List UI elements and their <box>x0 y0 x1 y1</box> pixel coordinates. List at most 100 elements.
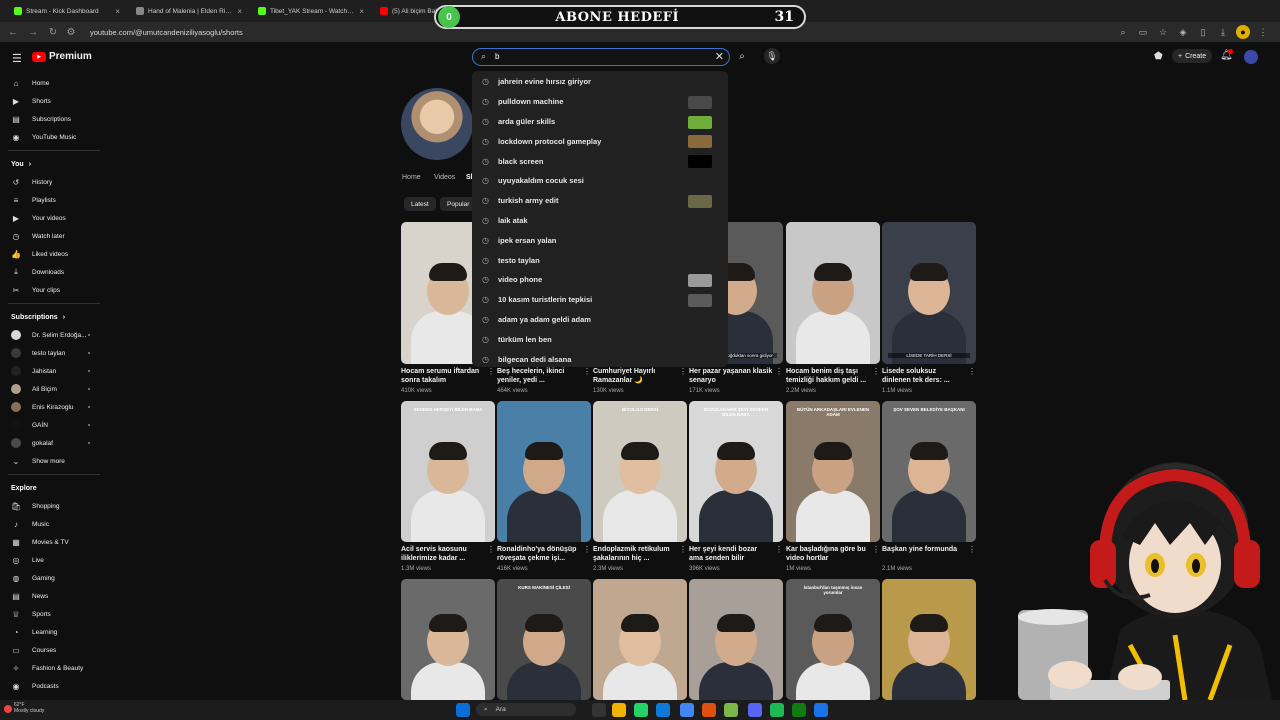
search-button[interactable]: ⌕ <box>734 48 750 64</box>
short-thumbnail[interactable]: ŞOV SEVEN BELEDİYE BAŞKANI <box>882 401 976 542</box>
short-thumbnail[interactable]: BÜTÜN ARKADAŞLARI EVLENEN ADAM <box>786 401 880 542</box>
browser-tab[interactable]: Hand of Malenia | Elden Ring W × <box>130 1 248 21</box>
browser-menu-icon[interactable]: ⋮ <box>1256 25 1270 39</box>
more-options-icon[interactable]: ⋮ <box>487 545 495 554</box>
sidebar-item[interactable]: ▶ Shorts <box>0 92 104 110</box>
search-suggestion[interactable]: ◷ lockdown protocol gameplay <box>472 131 728 151</box>
subscription-item[interactable]: Dr. Selim Erdoğa... <box>0 326 104 344</box>
short-title[interactable]: Her pazar yaşanan klasik senaryo <box>689 367 773 385</box>
search-suggestion[interactable]: ◷ uyuyakaldım cocuk sesi <box>472 171 728 191</box>
extensions-icon[interactable]: ◈ <box>1176 25 1190 39</box>
weather-icon[interactable] <box>4 705 12 713</box>
obs-icon[interactable] <box>702 703 716 717</box>
profile-icon[interactable]: ● <box>1236 25 1250 39</box>
short-thumbnail[interactable] <box>882 579 976 700</box>
weather-widget[interactable]: 62°F Mostly cloudy <box>14 702 44 714</box>
search-suggestion[interactable]: ◷ testo taylan <box>472 250 728 270</box>
tab-close-icon[interactable]: × <box>359 7 364 16</box>
search-suggestion[interactable]: ◷ bilgecan dedi alsana <box>472 349 728 369</box>
downloads-icon[interactable]: ⤓ <box>1216 25 1230 39</box>
sidebar-item[interactable]: ◷ Watch later <box>0 227 104 245</box>
short-thumbnail[interactable] <box>401 579 495 700</box>
sidebar-item[interactable]: ✂ Your clips <box>0 281 104 299</box>
back-icon[interactable]: ← <box>6 25 20 39</box>
more-options-icon[interactable]: ⋮ <box>583 545 591 554</box>
short-title[interactable]: Acil servis kaosunu iliklerimize kadar .… <box>401 545 485 563</box>
more-options-icon[interactable]: ⋮ <box>775 367 783 376</box>
tab-close-icon[interactable]: × <box>237 7 242 16</box>
sidebar-icon[interactable]: ▯ <box>1196 25 1210 39</box>
bookmark-star-icon[interactable]: ☆ <box>1156 25 1170 39</box>
edge-icon[interactable] <box>656 703 670 717</box>
short-title[interactable]: Başkan yine formunda <box>882 545 966 554</box>
subscription-item[interactable]: GAİN <box>0 416 104 434</box>
short-title[interactable]: Endoplazmik retikulum şakalarının hiç ..… <box>593 545 677 563</box>
sidebar-item[interactable]: ⤓ Downloads <box>0 263 104 281</box>
whatsapp-icon[interactable] <box>634 703 648 717</box>
short-title[interactable]: Lisede soluksuz dinlenen tek ders: ... <box>882 367 966 385</box>
voice-search-button[interactable]: 🎙︎ <box>764 48 780 64</box>
sidebar-item[interactable]: ↺ History <box>0 173 104 191</box>
short-thumbnail[interactable] <box>786 222 880 364</box>
search-suggestion[interactable]: ◷ jahrein evine hırsız giriyor <box>472 72 728 92</box>
short-title[interactable]: Hocam benim diş taşı temizliği hakkım ge… <box>786 367 870 385</box>
short-title[interactable]: Hocam serumu iftardan sonra takalım <box>401 367 485 385</box>
browser-tab[interactable]: Tibet_YAK Stream - Watch Live × <box>252 1 370 21</box>
url-field[interactable]: youtube.com/@umutcandeniziliyasoglu/shor… <box>90 28 243 37</box>
more-options-icon[interactable]: ⋮ <box>679 545 687 554</box>
sidebar-item[interactable]: ▤ News <box>0 587 104 605</box>
short-title[interactable]: Her şeyi kendi bozar ama senden bilir <box>689 545 773 563</box>
upload-icon[interactable]: ⬟ <box>1154 51 1163 62</box>
zoom-icon[interactable]: ⌕ <box>1116 25 1130 39</box>
short-title[interactable]: Beş hecelerin, ikinci yeniler, yedi ... <box>497 367 581 385</box>
clear-search-icon[interactable]: ✕ <box>715 50 724 63</box>
account-avatar[interactable] <box>1244 50 1258 64</box>
more-options-icon[interactable]: ⋮ <box>872 367 880 376</box>
short-thumbnail[interactable] <box>593 579 687 700</box>
youtube-logo[interactable]: ▶ Premium <box>32 51 92 62</box>
discord-icon[interactable] <box>748 703 762 717</box>
tab-close-icon[interactable]: × <box>115 7 120 16</box>
short-thumbnail[interactable]: KURS MAKİNESİ ÇİLESİ <box>497 579 591 700</box>
search-suggestion[interactable]: ◷ 10 kasım turistlerin tepkisi <box>472 290 728 310</box>
short-thumbnail[interactable]: BOZULAN HER ŞEYİ SENDEN BİLEN BABA <box>689 401 783 542</box>
sidebar-item[interactable]: ✧ Fashion & Beauty <box>0 659 104 677</box>
short-title[interactable]: Kar başladığına göre bu video hortlar <box>786 545 870 563</box>
forward-icon[interactable]: → <box>26 25 40 39</box>
taskbar-search[interactable]: ⌕ Ara <box>476 703 576 716</box>
hamburger-menu-icon[interactable]: ☰ <box>12 52 22 65</box>
short-thumbnail[interactable] <box>689 579 783 700</box>
channel-tab[interactable]: Home <box>402 174 421 181</box>
search-suggestion[interactable]: ◷ black screen <box>472 151 728 171</box>
task-view-icon[interactable] <box>592 703 606 717</box>
sidebar-item[interactable]: ♪ Music <box>0 515 104 533</box>
sidebar-item[interactable]: ▦ Movies & TV <box>0 533 104 551</box>
short-thumbnail[interactable]: BİYOLOJİ DERSİ <box>593 401 687 542</box>
sort-chip[interactable]: Popular <box>440 197 477 211</box>
sidebar-item[interactable]: 🛍 Shopping <box>0 497 104 515</box>
start-menu-icon[interactable] <box>456 703 470 717</box>
site-info-icon[interactable]: ⚙ <box>64 25 78 39</box>
short-thumbnail[interactable] <box>497 401 591 542</box>
sidebar-item[interactable]: ▶ Your videos <box>0 209 104 227</box>
sidebar-item[interactable]: ◉ Podcasts <box>0 677 104 695</box>
channel-tab[interactable]: Videos <box>434 174 455 181</box>
create-button[interactable]: + Create <box>1172 49 1213 63</box>
more-options-icon[interactable]: ⋮ <box>872 545 880 554</box>
sidebar-item[interactable]: ▤ Subscriptions <box>0 110 104 128</box>
file-explorer-icon[interactable] <box>612 703 626 717</box>
subscription-item[interactable]: Ali Biçim <box>0 380 104 398</box>
sidebar-item[interactable]: ◎ Live <box>0 551 104 569</box>
subscription-item[interactable]: Jahistan <box>0 362 104 380</box>
sidebar-item[interactable]: ◉ YouTube Music <box>0 128 104 146</box>
xbox-icon[interactable] <box>792 703 806 717</box>
sidebar-item[interactable]: ⌂ Home <box>0 74 104 92</box>
more-options-icon[interactable]: ⋮ <box>968 367 976 376</box>
sidebar-item[interactable]: ◔ Learning <box>0 623 104 641</box>
reload-icon[interactable]: ↻ <box>46 25 60 39</box>
short-title[interactable]: Cumhuriyet Hayırlı Ramazanlar 🌙 <box>593 367 677 385</box>
sidebar-item[interactable]: ⌄ Show more <box>0 452 104 470</box>
subscription-item[interactable]: gokalaf <box>0 434 104 452</box>
short-title[interactable]: Ronaldinho'ya dönüşüp röveşata çekme işi… <box>497 545 581 563</box>
more-options-icon[interactable]: ⋮ <box>968 545 976 554</box>
